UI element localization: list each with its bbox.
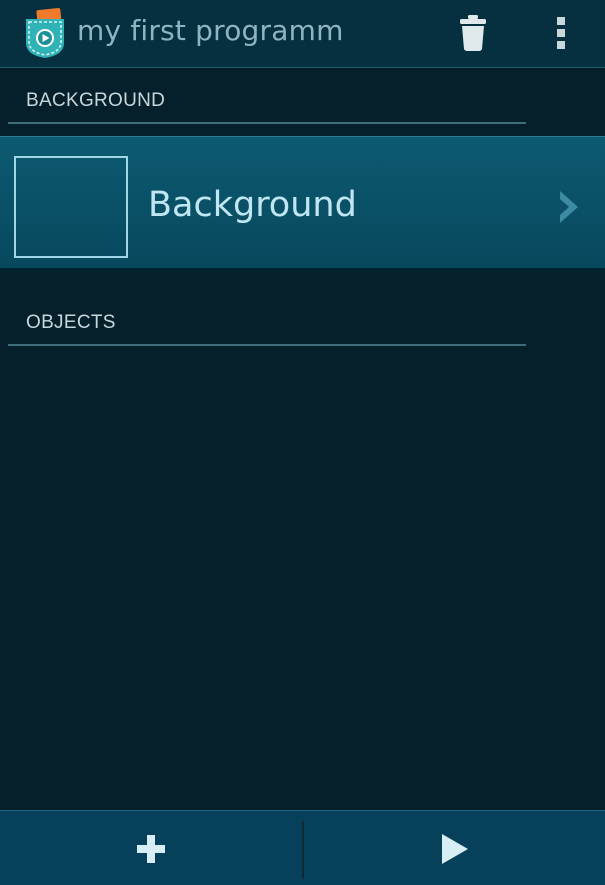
plus-icon xyxy=(137,834,165,863)
play-button[interactable] xyxy=(304,811,605,885)
app-title: my first programm xyxy=(77,14,344,47)
background-thumbnail xyxy=(14,156,128,258)
overflow-menu-icon xyxy=(557,17,565,49)
app-logo-icon[interactable] xyxy=(23,7,67,59)
background-section-header: BACKGROUND xyxy=(8,84,526,124)
app-root: my first programm BACKGROUND Background xyxy=(0,0,605,885)
add-button[interactable] xyxy=(0,811,302,885)
background-section-label: BACKGROUND xyxy=(26,90,166,111)
background-item-label: Background xyxy=(148,185,357,225)
bottom-bar xyxy=(0,810,605,885)
overflow-menu-button[interactable] xyxy=(545,8,577,58)
play-icon xyxy=(441,833,468,864)
action-bar: my first programm xyxy=(0,0,605,68)
background-list-item[interactable]: Background xyxy=(0,136,605,272)
chevron-right-icon xyxy=(560,191,578,223)
objects-section-label: OBJECTS xyxy=(26,312,116,333)
trash-icon xyxy=(460,15,486,51)
objects-section-header: OBJECTS xyxy=(8,306,526,346)
delete-button[interactable] xyxy=(452,8,494,58)
